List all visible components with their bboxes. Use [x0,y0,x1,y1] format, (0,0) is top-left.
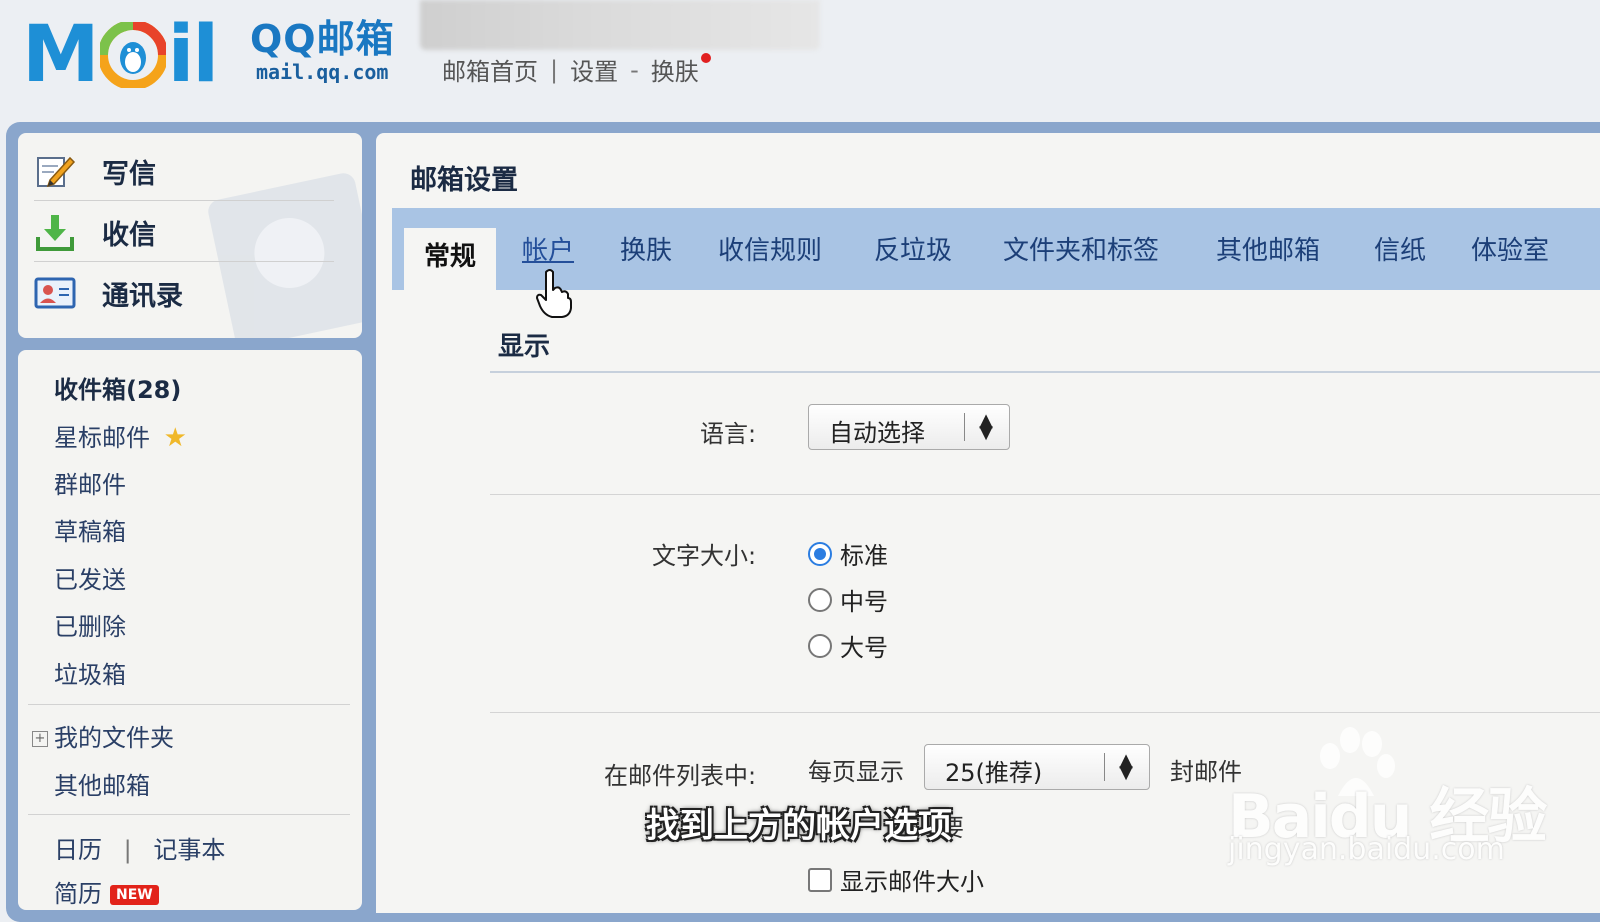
select-updown-arrow-icon: ▲ ▼ [1119,750,1133,783]
font-size-option-medium[interactable]: 中号 [808,582,888,617]
link-separator: | [550,55,559,84]
radio-unchecked-icon[interactable] [808,587,832,612]
tab-general[interactable]: 常规 [404,228,497,290]
logo-brand: QQ邮箱 mail.qq.com [250,18,395,84]
penguin-logo-icon [97,20,168,90]
link-mailbox-home[interactable]: 邮箱首页 [442,52,538,87]
logo-letters-il: il [167,10,220,100]
blurred-account-info [420,0,820,50]
section-display-title: 显示 [498,332,551,362]
notification-dot-icon [700,52,711,63]
logo-letter-m: M [22,10,100,100]
bottom-links: 日历 | 记事本 [54,830,225,865]
hand-pointer-cursor-icon [536,269,572,318]
tab-account[interactable]: 帐户 [522,230,574,267]
qq-mail-logo[interactable]: M il QQ邮箱 mail.qq.com [22,14,402,94]
folder-other-mailboxes[interactable]: 其他邮箱 [54,766,150,801]
tab-skin[interactable]: 换肤 [620,230,672,267]
font-size-option-large[interactable]: 大号 [808,628,888,663]
contacts-label: 通讯录 [102,280,183,312]
folder-starred-label: 星标邮件 [54,424,150,452]
brand-name: QQ邮箱 [250,17,395,61]
top-links: 邮箱首页 | 设置 - 换肤 [442,52,711,87]
folder-group[interactable]: 群邮件 [54,465,126,500]
section-divider [490,371,1600,373]
bottom-separator: | [123,836,132,864]
resume-link[interactable]: 简历 NEW [54,874,159,909]
pencil-paper-icon [34,150,76,192]
link-skin[interactable]: 换肤 [651,52,699,87]
calendar-link[interactable]: 日历 [54,836,102,864]
radio-checked-icon[interactable] [808,541,832,566]
notepad-link[interactable]: 记事本 [153,836,225,864]
folder-sent[interactable]: 已发送 [54,560,126,595]
folder-drafts[interactable]: 草稿箱 [54,512,126,547]
folder-spam[interactable]: 垃圾箱 [54,655,126,690]
receive-mail-button[interactable]: 收信 [34,203,334,262]
checkbox-unchecked-icon[interactable] [808,867,832,892]
logo-mail-word: M il [22,10,220,100]
mail-list-label: 在邮件列表中: [604,762,757,790]
folder-divider [28,814,350,815]
tab-labs[interactable]: 体验室 [1471,230,1549,267]
receive-mail-label: 收信 [102,219,156,251]
font-size-standard-label: 标准 [840,542,888,570]
compose-button[interactable]: 写信 [34,142,334,201]
language-select[interactable]: 自动选择 ▲ ▼ [808,404,1010,450]
folder-deleted[interactable]: 已删除 [54,607,126,642]
show-mail-size-option[interactable]: 显示邮件大小 [808,862,984,897]
font-size-label: 文字大小: [652,542,757,570]
tab-receive-rules[interactable]: 收信规则 [718,230,822,267]
folder-inbox[interactable]: 收件箱(28) [54,370,181,405]
font-size-medium-label: 中号 [840,588,888,616]
my-folders-label: 我的文件夹 [54,724,174,752]
per-page-prefix: 每页显示 [808,758,904,786]
row-divider [490,712,1600,713]
tab-other-mailboxes[interactable]: 其他邮箱 [1216,230,1320,267]
star-icon: ★ [163,423,187,453]
tab-folders-labels[interactable]: 文件夹和标签 [1003,230,1159,267]
video-subtitle: 找到上方的帐户选项 [646,806,952,846]
inbox-download-icon [34,211,76,253]
resume-label: 简历 [54,880,102,908]
new-badge: NEW [110,885,159,905]
contacts-button[interactable]: 通讯录 [34,264,334,322]
link-settings[interactable]: 设置 [570,52,618,87]
show-mail-size-label: 显示邮件大小 [840,868,984,896]
language-label: 语言: [700,420,757,448]
per-page-select[interactable]: 25(推荐) ▲ ▼ [924,744,1150,790]
font-size-large-label: 大号 [840,634,888,662]
expand-plus-icon[interactable]: + [32,731,48,747]
contact-card-icon [34,272,76,314]
per-page-select-value: 25(推荐) [945,759,1043,787]
baidu-jingyan-watermark: Baidu 经验 jingyan.baidu.com [1228,727,1547,868]
tab-anti-spam[interactable]: 反垃圾 [874,230,952,267]
radio-unchecked-icon[interactable] [808,633,832,658]
row-divider [490,494,1600,495]
folder-divider [28,704,350,705]
page-title: 邮箱设置 [410,165,518,196]
compose-label: 写信 [102,158,156,190]
font-size-option-standard[interactable]: 标准 [808,536,888,571]
folder-starred[interactable]: 星标邮件 ★ [54,418,187,453]
watermark-url: jingyan.baidu.com [1228,832,1505,867]
folder-my-folders[interactable]: + 我的文件夹 [32,718,174,753]
select-updown-arrow-icon: ▲ ▼ [979,410,993,443]
link-dash: - [630,55,639,84]
tab-stationery[interactable]: 信纸 [1374,230,1426,267]
brand-url: mail.qq.com [256,60,389,84]
language-select-value: 自动选择 [829,419,925,447]
